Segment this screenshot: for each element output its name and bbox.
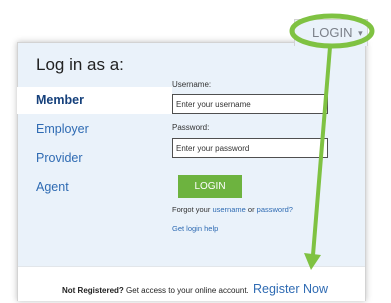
- role-employer[interactable]: Employer: [17, 116, 172, 143]
- forgot-credentials: Forgot your username or password?: [172, 205, 293, 214]
- role-agent[interactable]: Agent: [17, 174, 172, 201]
- forgot-or: or: [247, 205, 255, 214]
- username-label: Username:: [172, 80, 212, 89]
- chevron-down-icon: ▾: [358, 28, 363, 38]
- password-input[interactable]: [172, 138, 328, 158]
- role-member[interactable]: Member: [17, 87, 172, 114]
- registration-footer: Not Registered? Get access to your onlin…: [18, 266, 365, 301]
- password-label: Password:: [172, 123, 210, 132]
- login-title: Log in as a:: [36, 55, 124, 74]
- username-input[interactable]: [172, 94, 328, 114]
- forgot-prefix: Forgot your: [172, 205, 211, 214]
- login-tab-label: LOGIN: [312, 25, 353, 40]
- forgot-password-link[interactable]: password?: [257, 205, 293, 214]
- register-now-link[interactable]: Register Now: [253, 282, 328, 296]
- login-button[interactable]: LOGIN: [178, 175, 242, 198]
- login-tab[interactable]: LOGIN ▾: [294, 19, 368, 46]
- forgot-username-link[interactable]: username: [212, 205, 245, 214]
- login-help-link[interactable]: Get login help: [172, 224, 218, 233]
- registration-message: Get access to your online account.: [126, 286, 249, 295]
- role-list: Member Employer Provider Agent: [17, 87, 172, 203]
- role-provider[interactable]: Provider: [17, 145, 172, 172]
- not-registered-label: Not Registered?: [62, 286, 124, 295]
- registration-text: Not Registered? Get access to your onlin…: [62, 282, 328, 296]
